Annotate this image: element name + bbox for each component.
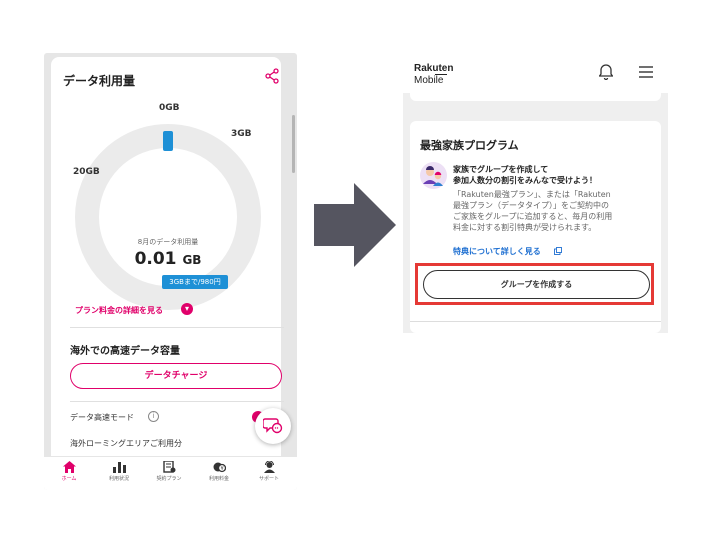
description-line: ご家族をグループに追加すると、毎月の利用	[453, 212, 613, 221]
roaming-label: 海外ローミングエリアご利用分	[70, 439, 182, 448]
data-usage-title: データ利用量	[63, 74, 136, 88]
nav-item-contract[interactable]: 契約プラン	[144, 461, 194, 482]
app-header: Rakuten Mobile	[403, 53, 668, 93]
external-link-icon[interactable]	[554, 247, 562, 255]
nav-label: ホーム	[61, 476, 77, 482]
gauge-label-20gb: 20GB	[73, 167, 100, 177]
chat-icon	[263, 418, 283, 434]
bar-chart-icon	[112, 462, 126, 473]
gauge-label-3gb: 3GB	[231, 129, 252, 139]
chevron-down-icon[interactable]: ▾	[181, 303, 193, 315]
mobile-logo-text: Mobile	[414, 75, 444, 86]
family-program-card: 最強家族プログラム 家族でグループを作成して 参加人数分の割引をみんなで受けよう…	[410, 121, 661, 333]
svg-text:¥: ¥	[220, 466, 223, 472]
nav-label: 契約プラン	[156, 476, 182, 482]
scrollbar[interactable]	[292, 115, 295, 173]
bottom-navigation: ホーム 利用状況 契約プラン ¥ 利用料金 サポート	[44, 456, 297, 490]
transition-arrow	[314, 183, 396, 267]
speed-mode-label: データ高速モード	[70, 413, 134, 422]
rakuten-logo-text: Rakuten	[414, 63, 454, 74]
plan-badge: 3GBまで/980円	[162, 275, 228, 289]
data-usage-gauge: 8月のデータ利用量 0.01 GB 3GBまで/980円	[70, 119, 266, 315]
data-charge-button[interactable]: データチャージ	[70, 363, 282, 389]
bell-icon[interactable]	[599, 64, 613, 80]
divider	[70, 401, 284, 402]
nav-label: 利用状況	[108, 476, 129, 482]
family-avatar-icon	[420, 162, 447, 189]
left-phone-screen: データ利用量 8月のデータ利用量 0.01 GB 3GBまで/980円 0GB …	[44, 53, 297, 490]
right-phone-screen: Rakuten Mobile 最強家族プログラム 家族でグループを作成して 参加…	[403, 53, 668, 333]
headline-line: 家族でグループを作成して	[453, 165, 549, 174]
family-program-description: 「Rakuten最強プラン」、または「Rakuten 最強プラン（データタイプ）…	[453, 189, 651, 233]
gauge-value-unit: GB	[182, 253, 202, 267]
divider	[410, 321, 661, 322]
description-line: 「Rakuten最強プラン」、または「Rakuten	[453, 190, 611, 199]
gauge-center-subtitle: 8月のデータ利用量	[137, 238, 199, 246]
info-icon[interactable]: i	[148, 411, 159, 422]
chat-support-button[interactable]	[255, 408, 291, 444]
headline-line: 参加人数分の割引をみんなで受けよう！	[453, 176, 597, 185]
nav-item-usage[interactable]: 利用状況	[94, 461, 144, 482]
gauge-label-0gb: 0GB	[159, 103, 180, 113]
nav-label: 利用料金	[208, 476, 229, 482]
previous-card-bottom	[410, 93, 661, 101]
support-icon	[263, 461, 275, 473]
nav-item-fees[interactable]: ¥ 利用料金	[194, 461, 244, 482]
description-line: 最強プラン（データタイプ）」をご契約中の	[453, 201, 609, 210]
hamburger-menu-icon[interactable]	[639, 66, 653, 78]
nav-item-home[interactable]: ホーム	[44, 461, 94, 482]
family-program-title: 最強家族プログラム	[420, 139, 519, 152]
gauge-value-number: 0.01	[134, 249, 177, 269]
benefit-details-link[interactable]: 特典について詳しく見る	[453, 246, 541, 257]
share-icon[interactable]	[264, 68, 280, 84]
data-usage-card: データ利用量 8月のデータ利用量 0.01 GB 3GBまで/980円 0GB …	[51, 57, 291, 490]
yen-icon: ¥	[213, 462, 226, 473]
family-program-headline: 家族でグループを作成して 参加人数分の割引をみんなで受けよう！	[453, 164, 597, 186]
home-icon	[62, 461, 76, 473]
nav-item-support[interactable]: サポート	[244, 461, 294, 482]
nav-label: サポート	[258, 476, 279, 482]
plan-details-link[interactable]: プラン料金の詳細を見る	[75, 305, 163, 316]
divider	[70, 327, 284, 328]
gauge-center-value: 0.01 GB	[70, 249, 266, 269]
overseas-data-title: 海外での高速データ容量	[70, 346, 180, 357]
description-line: 料金に対する割引特典が受けられます。	[453, 223, 597, 232]
contract-icon	[162, 461, 175, 473]
gauge-usage-marker	[163, 131, 173, 151]
highlight-box	[415, 263, 654, 305]
